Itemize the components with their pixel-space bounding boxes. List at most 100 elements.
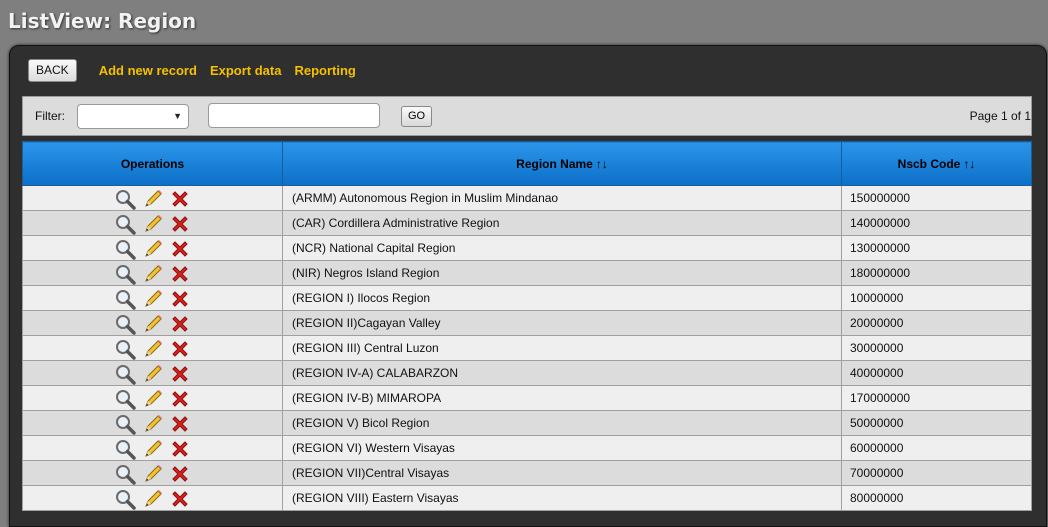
column-header-label: Region Name: [516, 156, 593, 171]
nscb-code-cell: 80000000: [841, 485, 1032, 511]
nscb-code-cell: 150000000: [841, 185, 1032, 211]
pencil-edit-icon[interactable]: [141, 188, 165, 208]
operations-cell: [22, 335, 283, 361]
export-data-link[interactable]: Export data: [210, 63, 282, 78]
toolbar: BACK Add new record Export data Reportin…: [28, 58, 369, 82]
magnifier-view-icon[interactable]: [113, 213, 137, 235]
operations-cell: [22, 360, 283, 386]
table-row: (REGION II)Cagayan Valley 20000000: [22, 310, 1032, 336]
region-name-cell: (REGION VI) Western Visayas: [282, 435, 842, 461]
pencil-edit-icon[interactable]: [141, 388, 165, 408]
pencil-edit-icon[interactable]: [141, 288, 165, 308]
nscb-code-cell: 10000000: [841, 285, 1032, 311]
red-x-delete-icon[interactable]: [168, 288, 192, 308]
region-name-cell: (REGION IV-B) MIMAROPA: [282, 385, 842, 411]
table-header-row: Operations Region Name ↑↓ Nscb Code ↑↓: [22, 141, 1032, 186]
magnifier-view-icon[interactable]: [113, 463, 137, 485]
go-button[interactable]: GO: [401, 106, 433, 127]
table-row: (REGION IV-A) CALABARZON 40000000: [22, 360, 1032, 386]
listview-panel: BACK Add new record Export data Reportin…: [9, 45, 1047, 527]
region-name-cell: (REGION II)Cagayan Valley: [282, 310, 842, 336]
table-row: (REGION VIII) Eastern Visayas 80000000: [22, 485, 1032, 511]
region-name-cell: (ARMM) Autonomous Region in Muslim Minda…: [282, 185, 842, 211]
page-indicator: Page 1 of 1: [969, 109, 1031, 123]
magnifier-view-icon[interactable]: [113, 263, 137, 285]
pencil-edit-icon[interactable]: [141, 238, 165, 258]
table-row: (REGION IV-B) MIMAROPA 170000000: [22, 385, 1032, 411]
operations-cell: [22, 460, 283, 486]
region-table: Operations Region Name ↑↓ Nscb Code ↑↓ (AR…: [22, 141, 1032, 511]
red-x-delete-icon[interactable]: [168, 338, 192, 358]
operations-cell: [22, 235, 283, 261]
back-button[interactable]: BACK: [28, 58, 77, 82]
magnifier-view-icon[interactable]: [113, 338, 137, 360]
red-x-delete-icon[interactable]: [168, 263, 192, 283]
table-row: (CAR) Cordillera Administrative Region 1…: [22, 210, 1032, 236]
column-header-operations: Operations: [22, 141, 283, 186]
red-x-delete-icon[interactable]: [168, 438, 192, 458]
pencil-edit-icon[interactable]: [141, 313, 165, 333]
magnifier-view-icon[interactable]: [113, 288, 137, 310]
pencil-edit-icon[interactable]: [141, 338, 165, 358]
magnifier-view-icon[interactable]: [113, 238, 137, 260]
region-name-cell: (CAR) Cordillera Administrative Region: [282, 210, 842, 236]
red-x-delete-icon[interactable]: [168, 463, 192, 483]
region-name-cell: (REGION IV-A) CALABARZON: [282, 360, 842, 386]
nscb-code-cell: 50000000: [841, 410, 1032, 436]
region-name-cell: (REGION I) Ilocos Region: [282, 285, 842, 311]
red-x-delete-icon[interactable]: [168, 188, 192, 208]
pencil-edit-icon[interactable]: [141, 438, 165, 458]
magnifier-view-icon[interactable]: [113, 488, 137, 510]
magnifier-view-icon[interactable]: [113, 363, 137, 385]
pencil-edit-icon[interactable]: [141, 463, 165, 483]
filter-text-input[interactable]: [208, 103, 380, 128]
pencil-edit-icon[interactable]: [141, 213, 165, 233]
table-row: (REGION III) Central Luzon 30000000: [22, 335, 1032, 361]
red-x-delete-icon[interactable]: [168, 488, 192, 508]
magnifier-view-icon[interactable]: [113, 188, 137, 210]
filter-bar: Filter: ▼ GO Page 1 of 1: [22, 96, 1032, 136]
red-x-delete-icon[interactable]: [168, 388, 192, 408]
red-x-delete-icon[interactable]: [168, 213, 192, 233]
reporting-link[interactable]: Reporting: [294, 63, 355, 78]
table-row: (NIR) Negros Island Region 180000000: [22, 260, 1032, 286]
operations-cell: [22, 485, 283, 511]
operations-cell: [22, 435, 283, 461]
magnifier-view-icon[interactable]: [113, 313, 137, 335]
region-name-cell: (REGION VIII) Eastern Visayas: [282, 485, 842, 511]
add-new-record-link[interactable]: Add new record: [99, 63, 197, 78]
pencil-edit-icon[interactable]: [141, 363, 165, 383]
region-name-cell: (NIR) Negros Island Region: [282, 260, 842, 286]
nscb-code-cell: 60000000: [841, 435, 1032, 461]
operations-cell: [22, 385, 283, 411]
region-name-cell: (REGION VII)Central Visayas: [282, 460, 842, 486]
sort-arrows-icon[interactable]: ↑↓: [596, 157, 608, 171]
nscb-code-cell: 170000000: [841, 385, 1032, 411]
pencil-edit-icon[interactable]: [141, 413, 165, 433]
column-header-label: Nscb Code: [897, 156, 961, 171]
column-header-region-name[interactable]: Region Name ↑↓: [282, 141, 842, 186]
pencil-edit-icon[interactable]: [141, 488, 165, 508]
magnifier-view-icon[interactable]: [113, 438, 137, 460]
nscb-code-cell: 20000000: [841, 310, 1032, 336]
pencil-edit-icon[interactable]: [141, 263, 165, 283]
table-row: (REGION VI) Western Visayas 60000000: [22, 435, 1032, 461]
red-x-delete-icon[interactable]: [168, 238, 192, 258]
table-row: (REGION V) Bicol Region 50000000: [22, 410, 1032, 436]
red-x-delete-icon[interactable]: [168, 313, 192, 333]
magnifier-view-icon[interactable]: [113, 388, 137, 410]
table-row: (ARMM) Autonomous Region in Muslim Minda…: [22, 185, 1032, 211]
column-header-nscb-code[interactable]: Nscb Code ↑↓: [841, 141, 1032, 186]
column-header-label: Operations: [120, 156, 185, 171]
table-row: (NCR) National Capital Region 130000000: [22, 235, 1032, 261]
nscb-code-cell: 70000000: [841, 460, 1032, 486]
region-name-cell: (REGION III) Central Luzon: [282, 335, 842, 361]
filter-label: Filter:: [35, 109, 65, 123]
red-x-delete-icon[interactable]: [168, 413, 192, 433]
sort-arrows-icon[interactable]: ↑↓: [963, 157, 975, 171]
filter-field-select[interactable]: ▼: [77, 104, 189, 129]
nscb-code-cell: 140000000: [841, 210, 1032, 236]
red-x-delete-icon[interactable]: [168, 363, 192, 383]
operations-cell: [22, 285, 283, 311]
magnifier-view-icon[interactable]: [113, 413, 137, 435]
